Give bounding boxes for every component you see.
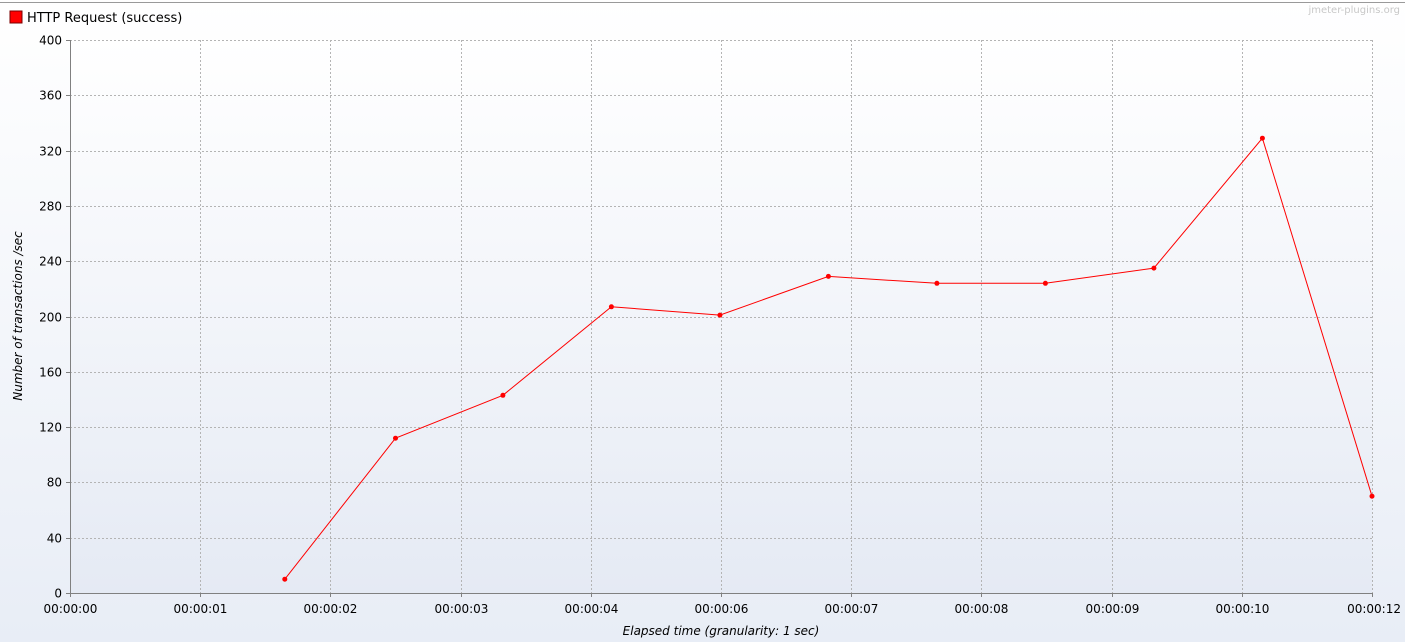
x-tick-label: 00:00:12 xyxy=(1347,602,1401,616)
y-tick-label: 400 xyxy=(39,34,62,48)
y-tick-label: 80 xyxy=(47,476,62,490)
y-tick-label: 200 xyxy=(39,311,62,325)
x-tick-label: 00:00:04 xyxy=(565,602,619,616)
y-tick-label: 40 xyxy=(47,532,62,546)
y-tick-label: 160 xyxy=(39,366,62,380)
x-tick-label: 00:00:10 xyxy=(1216,602,1270,616)
x-tick-label: 00:00:06 xyxy=(695,602,749,616)
data-point xyxy=(1151,265,1157,271)
y-tick-label: 0 xyxy=(54,587,62,601)
x-axis-title: Elapsed time (granularity: 1 sec) xyxy=(623,624,820,638)
data-point xyxy=(500,392,506,398)
y-axis-title: Number of transactions /sec xyxy=(11,231,25,401)
data-point xyxy=(717,312,723,318)
x-tick-label: 00:00:01 xyxy=(174,602,228,616)
y-tick-label: 320 xyxy=(39,145,62,159)
y-tick-label: 280 xyxy=(39,200,62,214)
data-point xyxy=(393,435,398,441)
watermark: jmeter-plugins.org xyxy=(1307,5,1400,16)
legend-swatch xyxy=(9,10,23,24)
y-tick-label: 120 xyxy=(39,421,62,435)
x-tick-label: 00:00:09 xyxy=(1086,602,1140,616)
data-point xyxy=(282,576,288,582)
legend: HTTP Request (success) xyxy=(9,10,182,26)
y-tick-label: 360 xyxy=(39,89,62,103)
x-tick-label: 00:00:07 xyxy=(825,602,879,616)
x-tick-label: 00:00:08 xyxy=(955,602,1009,616)
data-point xyxy=(1042,280,1048,286)
legend-label: HTTP Request (success) xyxy=(27,11,182,26)
y-tick-label: 240 xyxy=(39,255,62,269)
data-point xyxy=(1259,135,1265,141)
data-point xyxy=(825,273,831,279)
x-tick-label: 00:00:00 xyxy=(44,602,98,616)
chart: HTTP Request (success) jmeter-plugins.or… xyxy=(0,0,1405,642)
data-point xyxy=(934,280,940,286)
chart-svg: HTTP Request (success) jmeter-plugins.or… xyxy=(0,0,1405,642)
data-point xyxy=(1369,493,1375,499)
x-tick-label: 00:00:02 xyxy=(304,602,358,616)
x-tick-label: 00:00:03 xyxy=(435,602,489,616)
data-point xyxy=(608,304,614,310)
